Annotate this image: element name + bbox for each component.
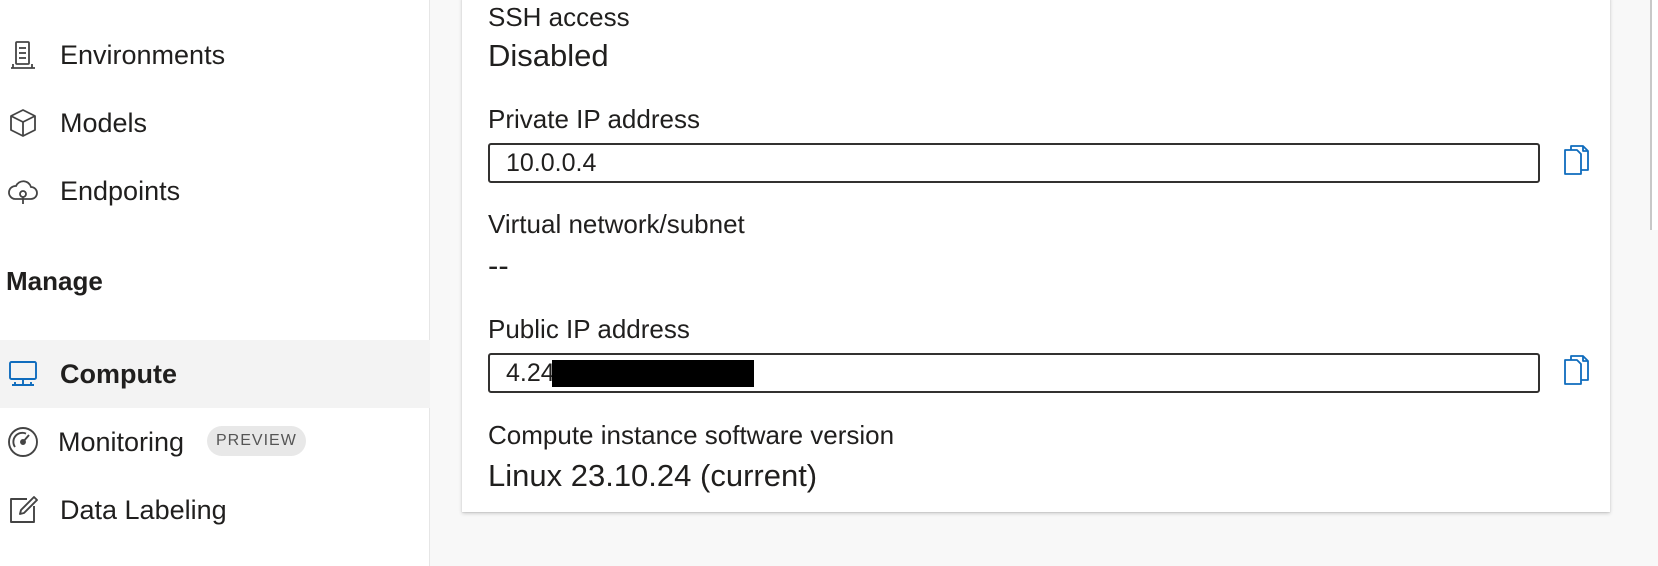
left-navigation: Environments Models Endpoints Manage Com… (0, 0, 430, 566)
public-ip-field[interactable]: 4.24 (488, 353, 1540, 393)
nav-item-compute[interactable]: Compute (0, 340, 430, 408)
environments-icon (6, 38, 40, 72)
nav-label-monitoring: Monitoring (58, 426, 185, 457)
nav-item-monitoring[interactable]: Monitoring PREVIEW (0, 408, 430, 476)
preview-badge: PREVIEW (207, 426, 306, 456)
ssh-access-value: Disabled (488, 38, 609, 73)
cloud-endpoint-icon (6, 174, 40, 208)
vnet-subnet-value: -- (488, 248, 509, 283)
edit-icon (6, 493, 40, 527)
nav-label-data-labeling: Data Labeling (60, 494, 227, 525)
nav-item-endpoints[interactable]: Endpoints (0, 157, 430, 225)
ssh-access-label: SSH access (488, 2, 630, 32)
redaction-bar (552, 360, 754, 387)
nav-item-models[interactable]: Models (0, 89, 430, 157)
compute-details-card: SSH access Disabled Private IP address 1… (462, 0, 1610, 512)
vnet-subnet-label: Virtual network/subnet (488, 209, 745, 239)
copy-private-ip-button[interactable] (1558, 143, 1594, 183)
nav-item-data-labeling[interactable]: Data Labeling (0, 476, 430, 544)
nav-label-environments: Environments (60, 39, 226, 70)
nav-item-environments[interactable]: Environments (0, 21, 430, 89)
software-version-label: Compute instance software version (488, 420, 895, 450)
public-ip-value: 4.24 (506, 359, 555, 387)
monitor-icon (6, 357, 40, 391)
scrollbar[interactable] (1650, 0, 1658, 230)
copy-icon (1561, 144, 1591, 183)
nav-label-compute: Compute (60, 358, 177, 389)
cube-icon (6, 106, 40, 140)
nav-label-models: Models (60, 107, 148, 138)
private-ip-value: 10.0.0.4 (506, 149, 597, 177)
public-ip-label: Public IP address (488, 314, 690, 344)
copy-public-ip-button[interactable] (1558, 353, 1594, 393)
gauge-icon (6, 425, 40, 459)
nav-label-endpoints: Endpoints (60, 175, 181, 206)
software-version-value: Linux 23.10.24 (current) (488, 458, 818, 493)
private-ip-label: Private IP address (488, 104, 700, 134)
copy-icon (1561, 354, 1591, 393)
manage-section-header: Manage (6, 266, 103, 296)
private-ip-field[interactable]: 10.0.0.4 (488, 143, 1540, 183)
